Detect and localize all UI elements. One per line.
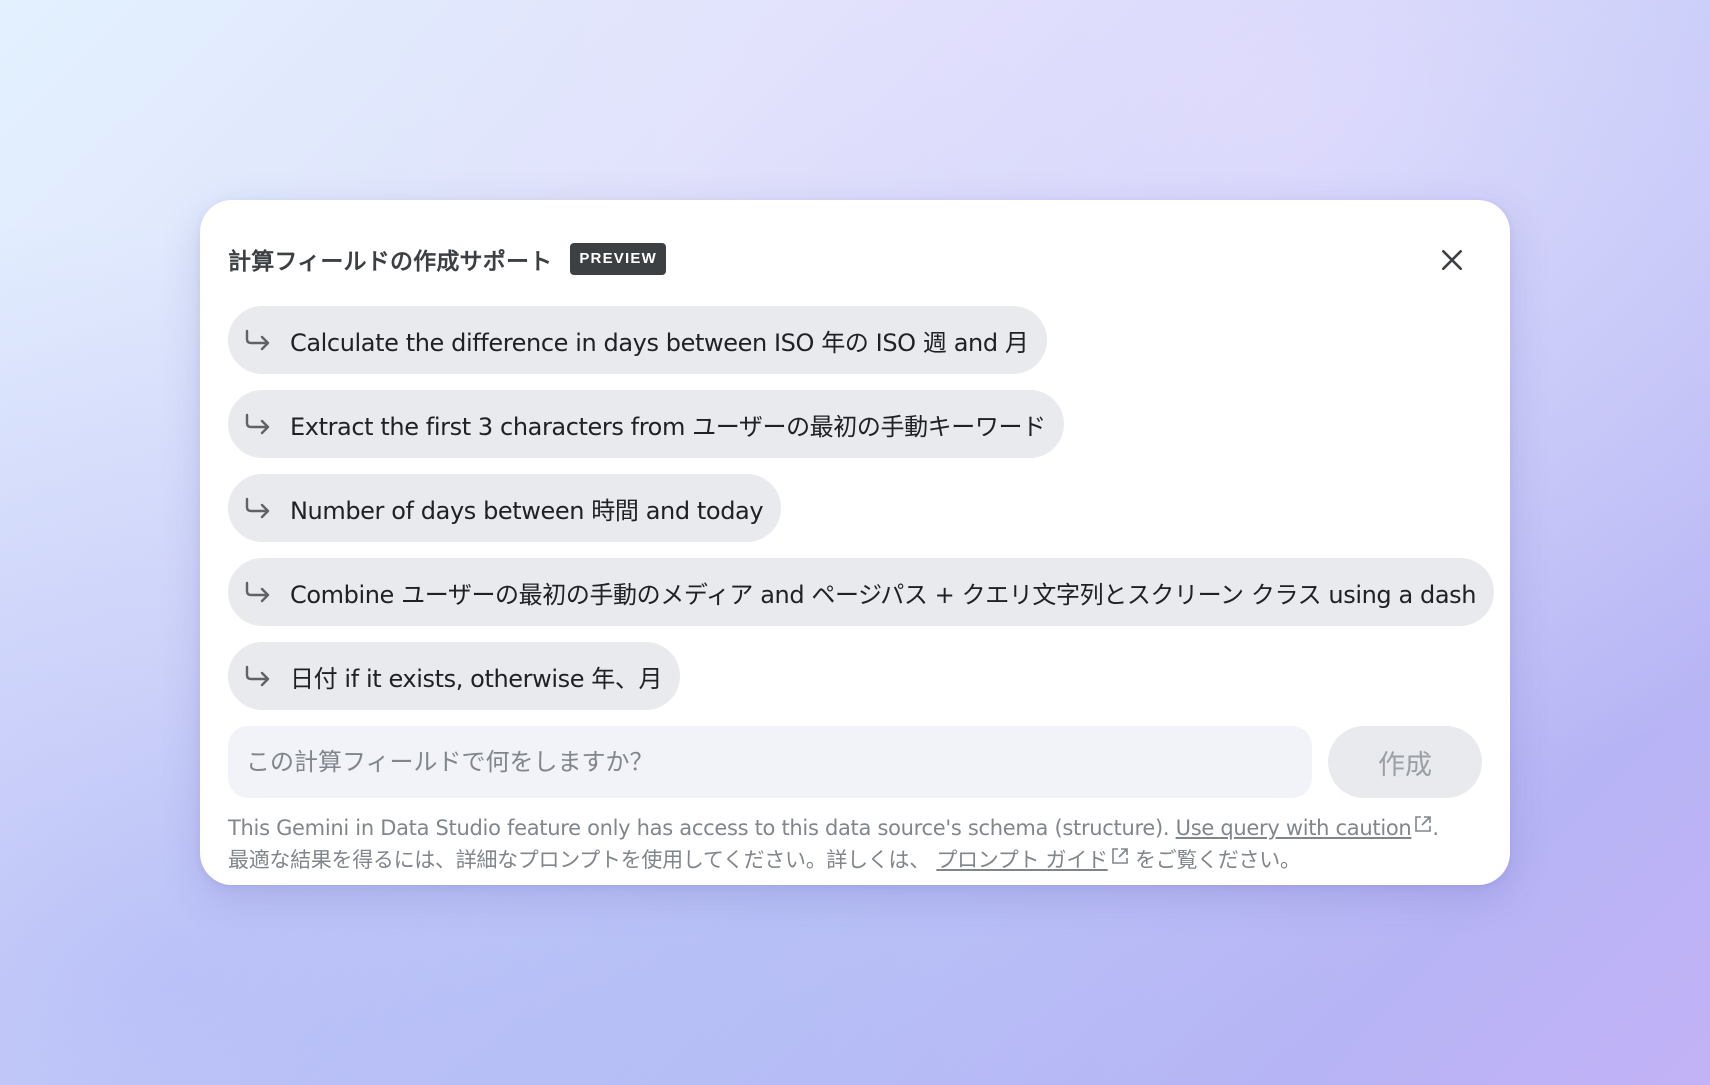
close-button[interactable] — [1434, 242, 1470, 278]
prompt-row: 作成 — [228, 726, 1482, 798]
dialog-header: 計算フィールドの作成サポート PREVIEW — [228, 242, 666, 276]
suggestion-label: 日付 if it exists, otherwise 年、月 — [290, 664, 663, 693]
disclaimer-period: . — [1432, 816, 1439, 840]
suggestion-list: Calculate the difference in days between… — [228, 306, 1495, 710]
disclaimer-line-2: 最適な結果を得るには、詳細なプロンプトを使用してください。詳しくは、 プロンプト… — [228, 844, 1488, 876]
close-icon — [1442, 250, 1462, 270]
suggestion-chip[interactable]: Number of days between 時間 and today — [228, 474, 782, 542]
guide-text-end: をご覧ください。 — [1135, 848, 1301, 872]
suggestion-label: Combine ユーザーの最初の手動のメディア and ページパス + クエリ文… — [290, 580, 1477, 609]
guide-text: 最適な結果を得るには、詳細なプロンプトを使用してください。詳しくは、 — [228, 848, 930, 872]
reply-arrow-icon — [242, 492, 274, 524]
reply-arrow-icon — [242, 660, 274, 692]
disclaimer-line-1: This Gemini in Data Studio feature only … — [228, 812, 1488, 844]
suggestion-chip[interactable]: Calculate the difference in days between… — [228, 306, 1047, 374]
suggestion-label: Calculate the difference in days between… — [290, 328, 1029, 357]
use-query-with-caution-link[interactable]: Use query with caution — [1176, 816, 1412, 840]
reply-arrow-icon — [242, 324, 274, 356]
prompt-input[interactable] — [228, 726, 1312, 798]
reply-arrow-icon — [242, 576, 274, 608]
open-in-new-icon — [1415, 816, 1432, 832]
create-button[interactable]: 作成 — [1328, 726, 1482, 798]
disclaimer-text: This Gemini in Data Studio feature only … — [228, 816, 1176, 840]
open-in-new-icon — [1111, 848, 1128, 864]
dialog-title: 計算フィールドの作成サポート — [228, 248, 553, 274]
suggestion-chip[interactable]: Combine ユーザーの最初の手動のメディア and ページパス + クエリ文… — [228, 558, 1495, 626]
reply-arrow-icon — [242, 408, 274, 440]
prompt-guide-link[interactable]: プロンプト ガイド — [936, 848, 1108, 872]
suggestion-chip[interactable]: 日付 if it exists, otherwise 年、月 — [228, 642, 681, 710]
suggestion-label: Extract the first 3 characters from ユーザー… — [290, 412, 1046, 441]
suggestion-label: Number of days between 時間 and today — [290, 496, 764, 525]
disclaimer: This Gemini in Data Studio feature only … — [228, 812, 1488, 876]
calculated-field-assist-dialog: 計算フィールドの作成サポート PREVIEW Calculate the dif… — [200, 200, 1510, 885]
preview-badge: PREVIEW — [570, 243, 666, 275]
suggestion-chip[interactable]: Extract the first 3 characters from ユーザー… — [228, 390, 1064, 458]
